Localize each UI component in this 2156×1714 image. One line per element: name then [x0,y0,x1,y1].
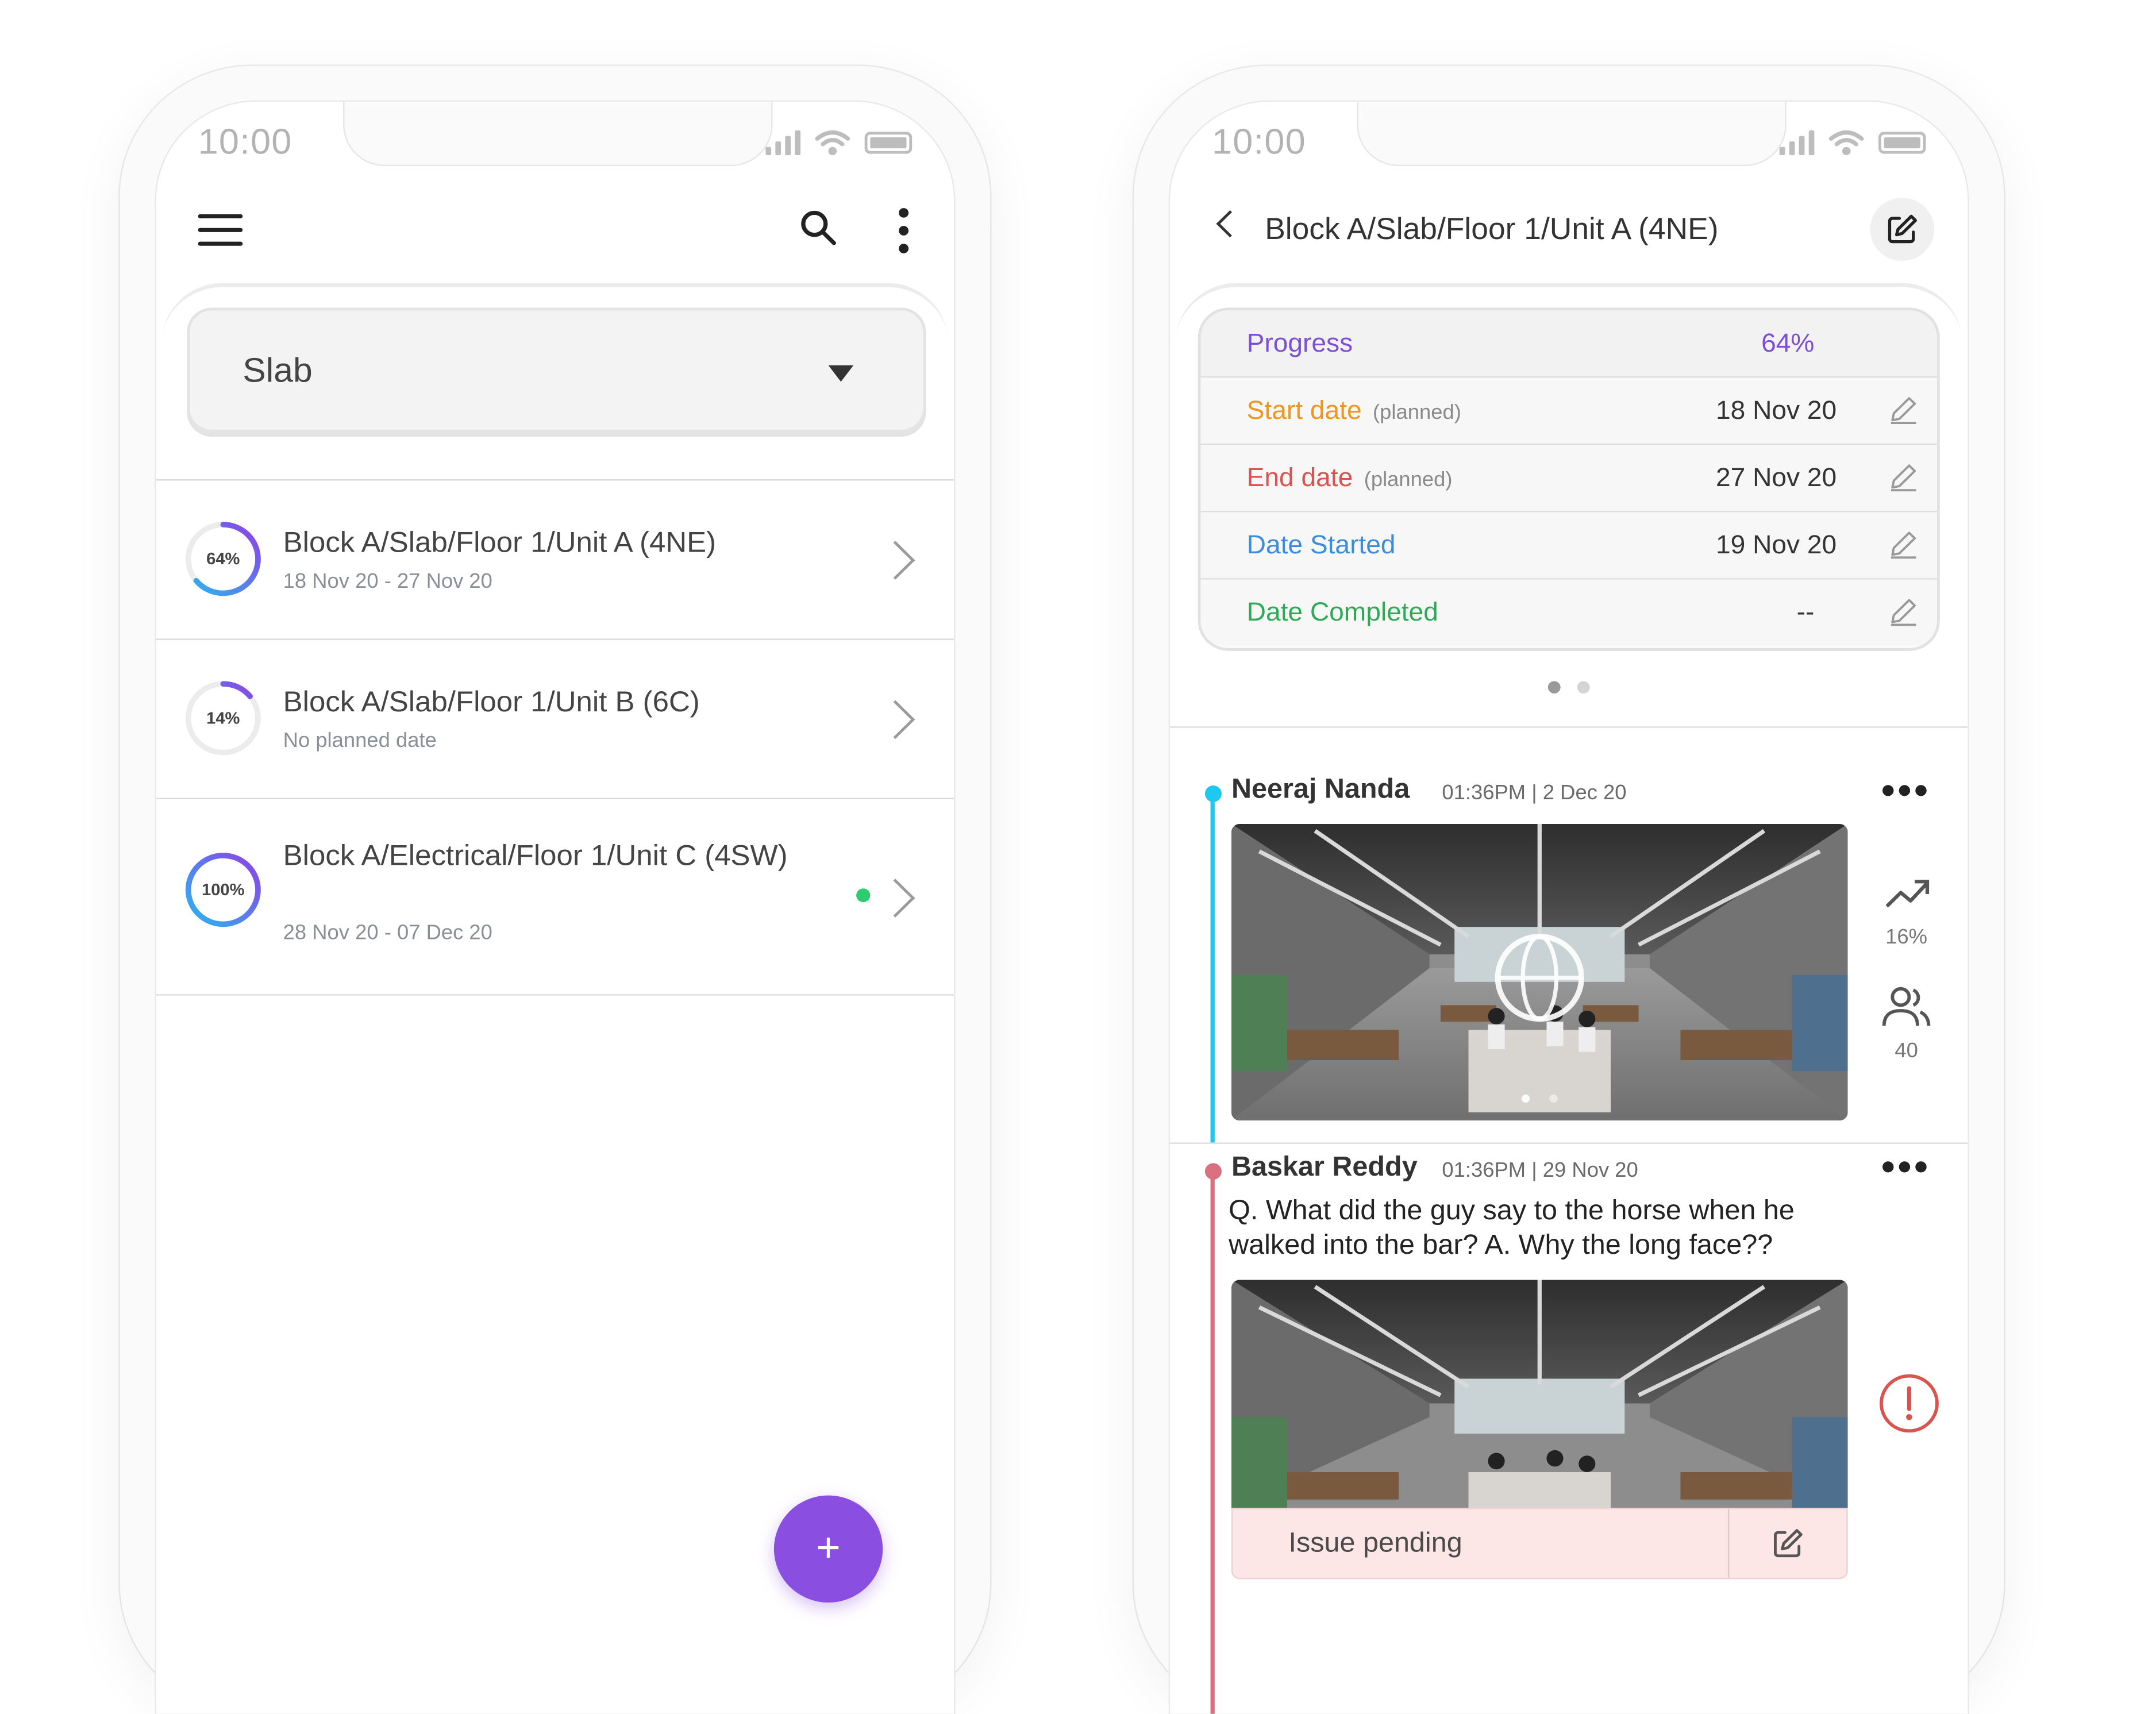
people-icon [1882,987,1931,1026]
caret-down-icon [828,365,854,382]
pager-dot[interactable] [1577,681,1590,694]
office-photo [1231,823,1848,1121]
pencil-icon[interactable] [1887,527,1920,560]
post-photo[interactable] [1231,823,1848,1121]
pager-dot[interactable] [1547,681,1561,694]
end-date-text: End date [1246,464,1353,493]
status-icons [1779,129,1926,157]
office-photo [1231,1280,1848,1508]
phone-right: 10:00 Block A/Slab/Floor 1/Unit A (4NE) … [1134,66,2004,1714]
hamburger-icon[interactable] [198,210,246,252]
item-dates: No planned date [283,729,437,753]
end-date-value: 27 Nov 20 [1715,464,1837,493]
progress-label: 100% [202,880,245,900]
divider [1170,726,1968,728]
date-started-row: Date Started 19 Nov 20 [1200,512,1937,580]
date-completed-value: -- [1796,598,1815,628]
progress-value: 64% [1761,329,1815,359]
item-title: Block A/Electrical/Floor 1/Unit C (4SW) [283,840,788,872]
notch [343,101,773,167]
chevron-right-icon [875,879,915,918]
date-started-value: 19 Nov 20 [1715,531,1837,561]
timeline-line [1210,1172,1215,1714]
phone-left-screen: 10:00 Slab 64% Block A/Slab/Floor 1/Unit… [156,101,954,1714]
edit-icon [1888,214,1918,244]
kebab-icon[interactable] [890,207,918,254]
post-author[interactable]: Baskar Reddy [1231,1152,1418,1184]
status-icons [765,129,913,157]
chevron-right-icon [875,700,915,739]
status-time: 10:00 [198,121,292,163]
wifi-icon [1828,130,1864,156]
post-time: 01:36PM | 2 Dec 20 [1442,781,1627,805]
phone-left: 10:00 Slab 64% Block A/Slab/Floor 1/Unit… [120,66,991,1714]
trend-up-icon [1885,880,1930,908]
alert-icon[interactable] [1878,1373,1940,1434]
edit-button[interactable] [1870,198,1935,261]
item-title: Block A/Slab/Floor 1/Unit B (6C) [283,686,700,718]
issue-bar[interactable]: Issue pending [1231,1508,1848,1580]
app-bar [156,205,954,287]
progress-stat: 16% [1885,925,1928,949]
more-icon[interactable]: ••• [1881,1145,1931,1189]
search-icon[interactable] [798,207,840,249]
end-date-label: End date (planned) [1247,464,1453,495]
pencil-icon[interactable] [1887,460,1920,493]
divider [1170,1142,1968,1144]
progress-label: 64% [206,549,240,569]
add-button[interactable]: + [773,1495,883,1603]
item-dates: 18 Nov 20 - 27 Nov 20 [283,569,492,594]
people-stat: 40 [1895,1039,1918,1063]
chevron-right-icon [875,541,915,580]
edit-icon [1774,1529,1803,1558]
status-dot [856,888,871,903]
progress-label: Progress [1246,329,1353,359]
planned-note: (planned) [1364,468,1453,492]
post-photo[interactable] [1231,1280,1848,1508]
item-dates: 28 Nov 20 - 07 Dec 20 [283,921,492,945]
list-item[interactable]: 14% Block A/Slab/Floor 1/Unit B (6C) No … [156,640,954,799]
post-text: Q. What did the guy say to the horse whe… [1229,1196,1795,1261]
end-date-row: End date (planned) 27 Nov 20 [1200,445,1937,513]
filter-dropdown[interactable]: Slab [187,307,926,437]
pencil-icon[interactable] [1887,393,1920,426]
pencil-icon[interactable] [1887,595,1920,627]
issue-edit-button[interactable] [1727,1509,1846,1578]
phone-right-screen: 10:00 Block A/Slab/Floor 1/Unit A (4NE) … [1170,101,1968,1714]
battery-icon [1878,132,1926,154]
progress-row: Progress 64% [1200,310,1937,378]
summary-card: Progress 64% Start date (planned) 18 Nov … [1198,307,1940,651]
start-date-label: Start date (planned) [1247,397,1461,427]
post-time: 01:36PM | 29 Nov 20 [1442,1159,1638,1183]
list-item[interactable]: 100% Block A/Electrical/Floor 1/Unit C (… [156,799,954,996]
date-completed-row: Date Completed -- [1200,579,1937,646]
signal-icon [1779,130,1815,156]
list-item[interactable]: 64% Block A/Slab/Floor 1/Unit A (4NE) 18… [156,480,954,640]
planned-note: (planned) [1373,400,1461,425]
timeline-dot [1204,1163,1222,1180]
page-title: Block A/Slab/Floor 1/Unit A (4NE) [1265,211,1719,246]
screen: 10:00 Slab 64% Block A/Slab/Floor 1/Unit… [0,0,2156,1714]
start-date-text: Start date [1246,396,1362,426]
task-list: 64% Block A/Slab/Floor 1/Unit A (4NE) 18… [156,479,954,996]
back-icon[interactable] [1216,210,1244,238]
date-started-label: Date Started [1246,531,1396,561]
status-time: 10:00 [1211,121,1306,163]
date-completed-label: Date Completed [1246,598,1438,628]
post-author[interactable]: Neeraj Nanda [1231,775,1410,806]
start-date-row: Start date (planned) 18 Nov 20 [1200,378,1937,445]
signal-icon [765,130,801,156]
progress-label: 14% [206,708,240,728]
timeline-line [1210,796,1215,1143]
filter-selected: Slab [242,351,313,390]
notch [1357,101,1787,167]
timeline-dot [1204,785,1222,802]
card-pager [1170,676,1968,700]
start-date-value: 18 Nov 20 [1715,396,1837,426]
item-title: Block A/Slab/Floor 1/Unit A (4NE) [283,527,717,559]
more-icon[interactable]: ••• [1881,769,1931,812]
issue-status: Issue pending [1288,1528,1462,1559]
wifi-icon [815,130,850,156]
battery-icon [864,132,913,154]
